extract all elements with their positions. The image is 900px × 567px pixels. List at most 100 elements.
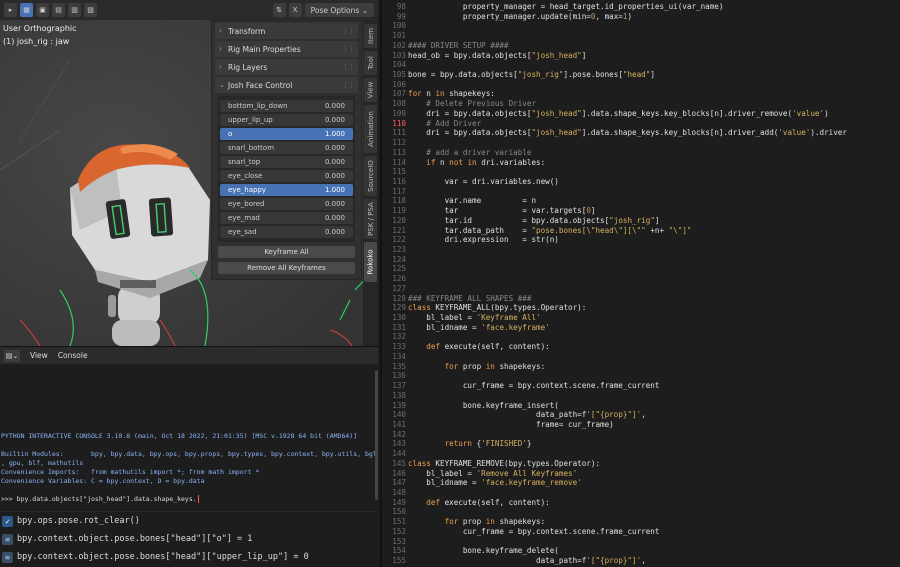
code-line[interactable]: bone = bpy.data.objects["josh_rig"].pose…	[408, 70, 655, 79]
keyframe-all-button[interactable]: Keyframe All	[218, 246, 355, 258]
menu-console[interactable]: Console	[58, 351, 88, 360]
shape-key-value[interactable]: 0.000	[325, 144, 345, 152]
info-log[interactable]: ✓ bpy.ops.pose.rot_clear() ≡ bpy.context.ob…	[0, 511, 378, 567]
shape-key-value[interactable]: 0.000	[325, 228, 345, 236]
gizmo-toggle-icon[interactable]: ⇅	[272, 3, 286, 17]
line-number: 98	[396, 2, 406, 11]
shape-key-o[interactable]: o 1.000	[220, 128, 353, 140]
panel-section-transform[interactable]: › Transform ⋮⋮	[215, 23, 358, 39]
line-number: 104	[392, 60, 406, 70]
code-line[interactable]: dri = bpy.data.objects["josh_head"].data…	[408, 128, 847, 137]
shape-key-value[interactable]: 0.000	[325, 158, 345, 166]
drag-handle-icon[interactable]: ⋮⋮	[342, 63, 355, 71]
code-line[interactable]: tar.data_path = "pose.bones[\"head\"][\"…	[408, 226, 692, 235]
code-line[interactable]: bl_idname = 'face.keyframe_remove'	[408, 478, 581, 487]
drag-handle-icon[interactable]: ⋮⋮	[342, 27, 355, 35]
code-line[interactable]: head_ob = bpy.data.objects["josh_head"]	[408, 51, 586, 60]
console-output[interactable]: PYTHON INTERACTIVE CONSOLE 3.10.8 (main,…	[0, 364, 377, 521]
drag-handle-icon[interactable]: ⋮⋮	[342, 45, 355, 53]
code-line[interactable]: cur_frame = bpy.context.scene.frame_curr…	[408, 527, 660, 536]
code-line[interactable]: bl_label = 'Remove All Keyframes'	[408, 469, 577, 478]
code-line[interactable]: dri.expression = str(n)	[408, 235, 559, 244]
code-line[interactable]: # Delete Previous Driver	[408, 99, 536, 108]
code-line[interactable]: # add a driver variable	[408, 148, 531, 157]
pose-options-dropdown[interactable]: Pose Options ⌄	[304, 3, 374, 17]
code-line[interactable]: cur_frame = bpy.context.scene.frame_curr…	[408, 381, 660, 390]
code-line[interactable]: tar = var.targets[0]	[408, 206, 596, 215]
code-line[interactable]: data_path=f'["{prop}"]',	[408, 556, 646, 565]
code-line[interactable]: if n not in dri.variables:	[408, 158, 545, 167]
3d-viewport[interactable]: ▸ ▦ ▣ ▤ ▥ ▧ ⇅ X Pose Options ⌄ User Orth…	[0, 0, 378, 346]
code-line[interactable]: var = dri.variables.new()	[408, 177, 559, 186]
code-line[interactable]: dri = bpy.data.objects["josh_head"].data…	[408, 109, 828, 118]
menu-view[interactable]: View	[30, 351, 48, 360]
code-line[interactable]: var.name = n	[408, 196, 536, 205]
shape-key-value[interactable]: 0.000	[325, 214, 345, 222]
code-line[interactable]: ### KEYFRAME ALL SHAPES ###	[408, 294, 531, 303]
editor-type-icon[interactable]: ▤⌄	[4, 349, 20, 362]
console-input-line[interactable]: >>> bpy.data.objects["josh_head"].data.s…	[1, 495, 199, 503]
code-line[interactable]: for prop in shapekeys:	[408, 517, 546, 526]
code-line[interactable]: bone.keyframe_insert(	[408, 401, 559, 410]
select-intersect-icon[interactable]: ▧	[84, 3, 97, 17]
shape-key-eye-happy[interactable]: eye_happy 1.000	[220, 184, 353, 196]
code-line[interactable]: tar.id = bpy.data.objects["josh_rig"]	[408, 216, 660, 225]
select-subtract-icon[interactable]: ▤	[52, 3, 65, 17]
cursor-icon[interactable]: ▸	[4, 3, 17, 17]
shape-key-value[interactable]: 1.000	[325, 130, 345, 138]
tab-view[interactable]: View	[364, 78, 377, 102]
tab-rokoko[interactable]: Rokoko	[364, 242, 377, 282]
select-invert-icon[interactable]: ▥	[68, 3, 81, 17]
panel-section-josh-face-control[interactable]: ⌄ Josh Face Control ⋮⋮	[215, 77, 358, 93]
shape-key-snarl-top[interactable]: snarl_top 0.000	[220, 156, 353, 168]
tab-item[interactable]: Item	[364, 24, 377, 48]
shape-key-eye-sad[interactable]: eye_sad 0.000	[220, 226, 353, 238]
log-entry[interactable]: ≡ bpy.context.object.pose.bones["head"]["…	[0, 548, 378, 566]
code-line[interactable]: bone.keyframe_delete(	[408, 546, 559, 555]
shape-key-eye-close[interactable]: eye_close 0.000	[220, 170, 353, 182]
shape-key-value[interactable]: 1.000	[325, 186, 345, 194]
tab-tool[interactable]: Tool	[364, 51, 377, 75]
shape-key-snarl-bottom[interactable]: snarl_bottom 0.000	[220, 142, 353, 154]
console-scrollbar[interactable]	[375, 370, 378, 500]
shape-key-value[interactable]: 0.000	[325, 116, 345, 124]
code-line[interactable]: # Add Driver	[408, 119, 481, 128]
drag-handle-icon[interactable]: ⋮⋮	[342, 81, 355, 89]
code-line[interactable]: frame= cur_frame)	[408, 420, 614, 429]
code-line[interactable]: class KEYFRAME_ALL(bpy.types.Operator):	[408, 303, 586, 312]
code-line[interactable]: property_manager = head_target.id_proper…	[408, 2, 724, 11]
tab-animation[interactable]: Animation	[364, 105, 377, 153]
log-entry[interactable]: ≡ bpy.context.object.pose.bones["head"]["…	[0, 530, 378, 548]
code-line[interactable]: data_path=f'["{prop}"]',	[408, 410, 646, 419]
shape-key-bottom-lip-down[interactable]: bottom_lip_down 0.000	[220, 100, 353, 112]
shape-key-eye-bored[interactable]: eye_bored 0.000	[220, 198, 353, 210]
code-line[interactable]: bl_idname = 'face.keyframe'	[408, 323, 549, 332]
shape-key-value[interactable]: 0.000	[325, 200, 345, 208]
code-line[interactable]: for prop in shapekeys:	[408, 362, 546, 371]
shape-key-eye-mad[interactable]: eye_mad 0.000	[220, 212, 353, 224]
close-button[interactable]: X	[288, 3, 302, 17]
code-line[interactable]: bl_label = 'Keyframe All'	[408, 313, 540, 322]
code-line[interactable]: return {'FINISHED'}	[408, 439, 532, 448]
remove-all-keyframes-button[interactable]: Remove All Keyframes	[218, 262, 355, 274]
code-line[interactable]: class KEYFRAME_REMOVE(bpy.types.Operator…	[408, 459, 600, 468]
viewport-header: ▸ ▦ ▣ ▤ ▥ ▧ ⇅ X Pose Options ⌄	[0, 0, 378, 20]
text-editor[interactable]: 98 property_manager = head_target.id_pro…	[380, 0, 900, 567]
panel-section-rig-layers[interactable]: › Rig Layers ⋮⋮	[215, 59, 358, 75]
tab-psk-psa[interactable]: PSK / PSA	[364, 199, 377, 239]
code-line[interactable]: for n in shapekeys:	[408, 89, 495, 98]
select-extend-icon[interactable]: ▣	[36, 3, 49, 17]
line-number: 110	[392, 118, 406, 128]
code-line[interactable]: #### DRIVER SETUP ####	[408, 41, 509, 50]
panel-section-rig-main-properties[interactable]: › Rig Main Properties ⋮⋮	[215, 41, 358, 57]
shape-key-value[interactable]: 0.000	[325, 102, 345, 110]
code-line[interactable]: property_manager.update(min=0, max=1)	[408, 12, 632, 21]
tab-sourceio[interactable]: SourceIO	[364, 156, 377, 196]
log-entry[interactable]: ✓ bpy.ops.pose.rot_clear()	[0, 512, 378, 530]
code-line[interactable]: def execute(self, content):	[408, 498, 549, 507]
code-line[interactable]: def execute(self, content):	[408, 342, 549, 351]
shape-key-value[interactable]: 0.000	[325, 172, 345, 180]
shape-key-upper-lip-up[interactable]: upper_lip_up 0.000	[220, 114, 353, 126]
shape-key-name: snarl_bottom	[228, 144, 275, 152]
select-box-icon[interactable]: ▦	[20, 3, 33, 17]
